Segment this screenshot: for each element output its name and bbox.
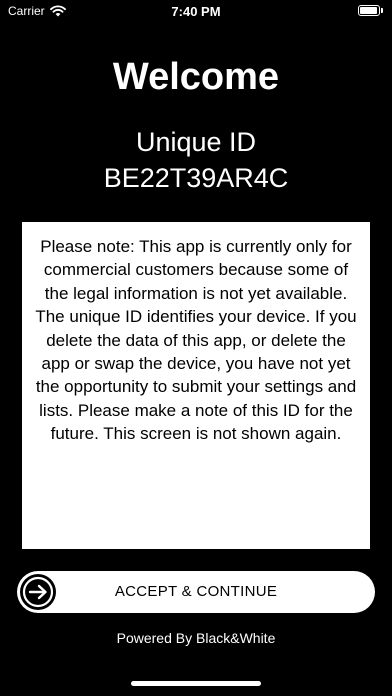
unique-id-value: BE22T39AR4C: [103, 163, 289, 193]
battery-icon: [358, 5, 383, 16]
welcome-title: Welcome: [112, 56, 280, 98]
home-indicator[interactable]: [131, 681, 261, 686]
notice-text: Please note: This app is currently only …: [35, 237, 357, 444]
accept-button-label: ACCEPT & CONTINUE: [114, 583, 278, 600]
status-bar: Carrier 7:40 PM: [0, 0, 392, 24]
accept-continue-button[interactable]: ACCEPT & CONTINUE: [17, 571, 375, 613]
powered-by-footer: Powered By Black&White: [116, 630, 276, 646]
unique-id-label: Unique ID: [135, 127, 257, 157]
battery-level-fill: [360, 7, 377, 14]
status-time: 7:40 PM: [171, 4, 221, 19]
notice-box: Please note: This app is currently only …: [22, 222, 370, 549]
